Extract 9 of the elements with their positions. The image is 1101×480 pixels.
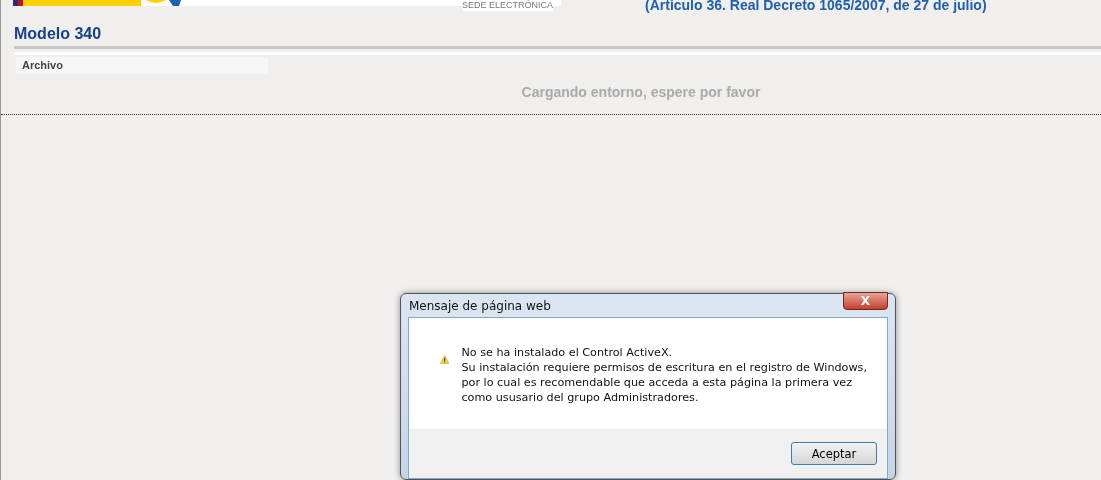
page-title: Modelo 340	[14, 25, 103, 43]
dialog-title: Mensaje de página web	[408, 298, 552, 313]
dialog-message: No se ha instalado el Control ActiveX. Su instalación requiere permisos de escritura en el registro de Windows, por lo cual es recomendable que acceda a esta página la primera vez como ususario del grupo Administradores.	[461, 345, 867, 405]
sede-label: SEDE ELECTRÓNICA	[461, 0, 553, 11]
flag-icon	[13, 0, 141, 6]
legal-reference: (Artículo 36. Real Decreto 1065/2007, de 27 de julio)	[645, 0, 987, 13]
loading-message: Cargando entorno, espere por favor	[520, 84, 762, 100]
menu-item[interactable]: Archivo	[16, 57, 268, 74]
accept-button[interactable]: Aceptar	[791, 442, 877, 465]
